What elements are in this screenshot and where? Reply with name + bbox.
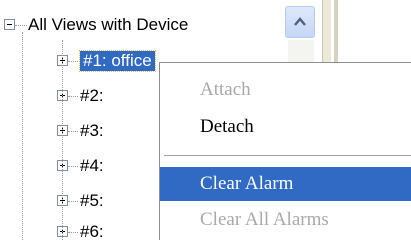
chevron-up-icon <box>294 17 306 26</box>
tree-branch-line <box>68 131 78 132</box>
tree-item-1[interactable]: #1: office <box>79 50 156 72</box>
menu-item-clear-alarm[interactable]: Clear Alarm <box>160 167 411 201</box>
tree-branch-line <box>15 25 27 26</box>
tree-item-2[interactable]: #2: <box>80 86 104 106</box>
menu-separator <box>164 155 411 156</box>
context-menu: Attach Detach Clear Alarm Clear All Alar… <box>159 62 411 240</box>
menu-item-detach[interactable]: Detach <box>160 110 411 144</box>
tree-trunk-line <box>22 32 23 240</box>
tree-item-3[interactable]: #3: <box>80 121 104 141</box>
tree-item-6[interactable]: #6: <box>80 222 104 240</box>
tree-item-4[interactable]: #4: <box>80 156 104 176</box>
menu-item-clear-all-alarms[interactable]: Clear All Alarms <box>160 203 411 237</box>
menu-item-attach[interactable]: Attach <box>160 73 411 107</box>
app-window: All Views with Device #1: office #2: #3:… <box>0 0 411 240</box>
tree-branch-line <box>68 232 78 233</box>
tree-collapse-icon[interactable] <box>4 19 15 30</box>
tree-branch-line <box>68 166 78 167</box>
tree-branch-line <box>68 96 78 97</box>
tree-root-label[interactable]: All Views with Device <box>28 15 188 35</box>
tree-item-5[interactable]: #5: <box>80 191 104 211</box>
tree-branch-line <box>68 201 78 202</box>
scroll-up-button[interactable] <box>285 6 315 38</box>
tree-children-line <box>62 40 63 240</box>
tree-branch-line <box>68 61 78 62</box>
